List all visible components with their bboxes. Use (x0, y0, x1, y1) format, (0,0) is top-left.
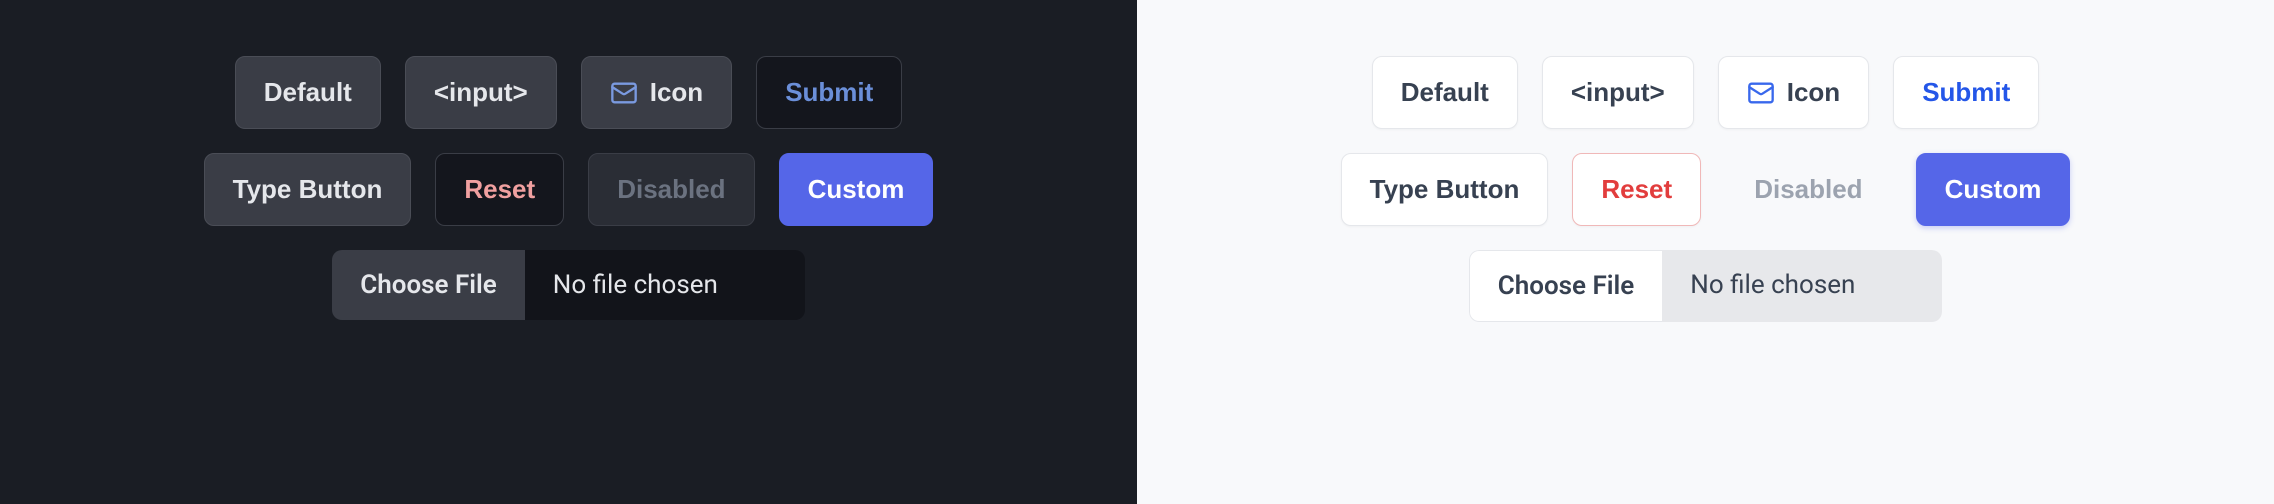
reset-button-label: Reset (1601, 174, 1672, 205)
button-row-1: Default <input> Icon Submit (235, 56, 903, 129)
input-button-label: <input> (434, 77, 528, 108)
reset-button-label: Reset (464, 174, 535, 205)
file-status: No file chosen (1662, 250, 1942, 322)
mail-icon (1747, 79, 1775, 107)
file-input[interactable]: Choose File No file chosen (332, 250, 805, 320)
submit-button-label: Submit (785, 77, 873, 108)
button-row-2: Type Button Reset Disabled Custom (204, 153, 934, 226)
type-button-label: Type Button (1370, 174, 1520, 205)
submit-button-label: Submit (1922, 77, 2010, 108)
disabled-button: Disabled (588, 153, 754, 226)
input-button-label: <input> (1571, 77, 1665, 108)
reset-button[interactable]: Reset (435, 153, 564, 226)
default-button-label: Default (1401, 77, 1489, 108)
custom-button-label: Custom (808, 174, 905, 205)
choose-file-label: Choose File (360, 270, 497, 300)
icon-button-label: Icon (1787, 77, 1840, 108)
dark-panel: Default <input> Icon Submit Type Button … (0, 0, 1137, 504)
type-button-label: Type Button (233, 174, 383, 205)
disabled-button-label: Disabled (617, 174, 725, 205)
disabled-button: Disabled (1725, 153, 1891, 226)
disabled-button-label: Disabled (1754, 174, 1862, 205)
input-button[interactable]: <input> (1542, 56, 1694, 129)
reset-button[interactable]: Reset (1572, 153, 1701, 226)
button-row-2: Type Button Reset Disabled Custom (1341, 153, 2071, 226)
file-status: No file chosen (525, 250, 805, 320)
type-button[interactable]: Type Button (204, 153, 412, 226)
default-button[interactable]: Default (1372, 56, 1518, 129)
default-button-label: Default (264, 77, 352, 108)
icon-button-label: Icon (650, 77, 703, 108)
custom-button-label: Custom (1945, 174, 2042, 205)
icon-button[interactable]: Icon (581, 56, 732, 129)
light-panel: Default <input> Icon Submit Type Button … (1137, 0, 2274, 504)
choose-file-button[interactable]: Choose File (1469, 250, 1663, 322)
choose-file-button[interactable]: Choose File (332, 250, 525, 320)
custom-button[interactable]: Custom (1916, 153, 2071, 226)
icon-button[interactable]: Icon (1718, 56, 1869, 129)
submit-button[interactable]: Submit (1893, 56, 2039, 129)
custom-button[interactable]: Custom (779, 153, 934, 226)
file-status-label: No file chosen (1690, 270, 1855, 300)
choose-file-label: Choose File (1498, 271, 1635, 301)
submit-button[interactable]: Submit (756, 56, 902, 129)
default-button[interactable]: Default (235, 56, 381, 129)
file-status-label: No file chosen (553, 270, 718, 300)
mail-icon (610, 79, 638, 107)
file-input[interactable]: Choose File No file chosen (1469, 250, 1943, 322)
button-row-1: Default <input> Icon Submit (1372, 56, 2040, 129)
input-button[interactable]: <input> (405, 56, 557, 129)
type-button[interactable]: Type Button (1341, 153, 1549, 226)
